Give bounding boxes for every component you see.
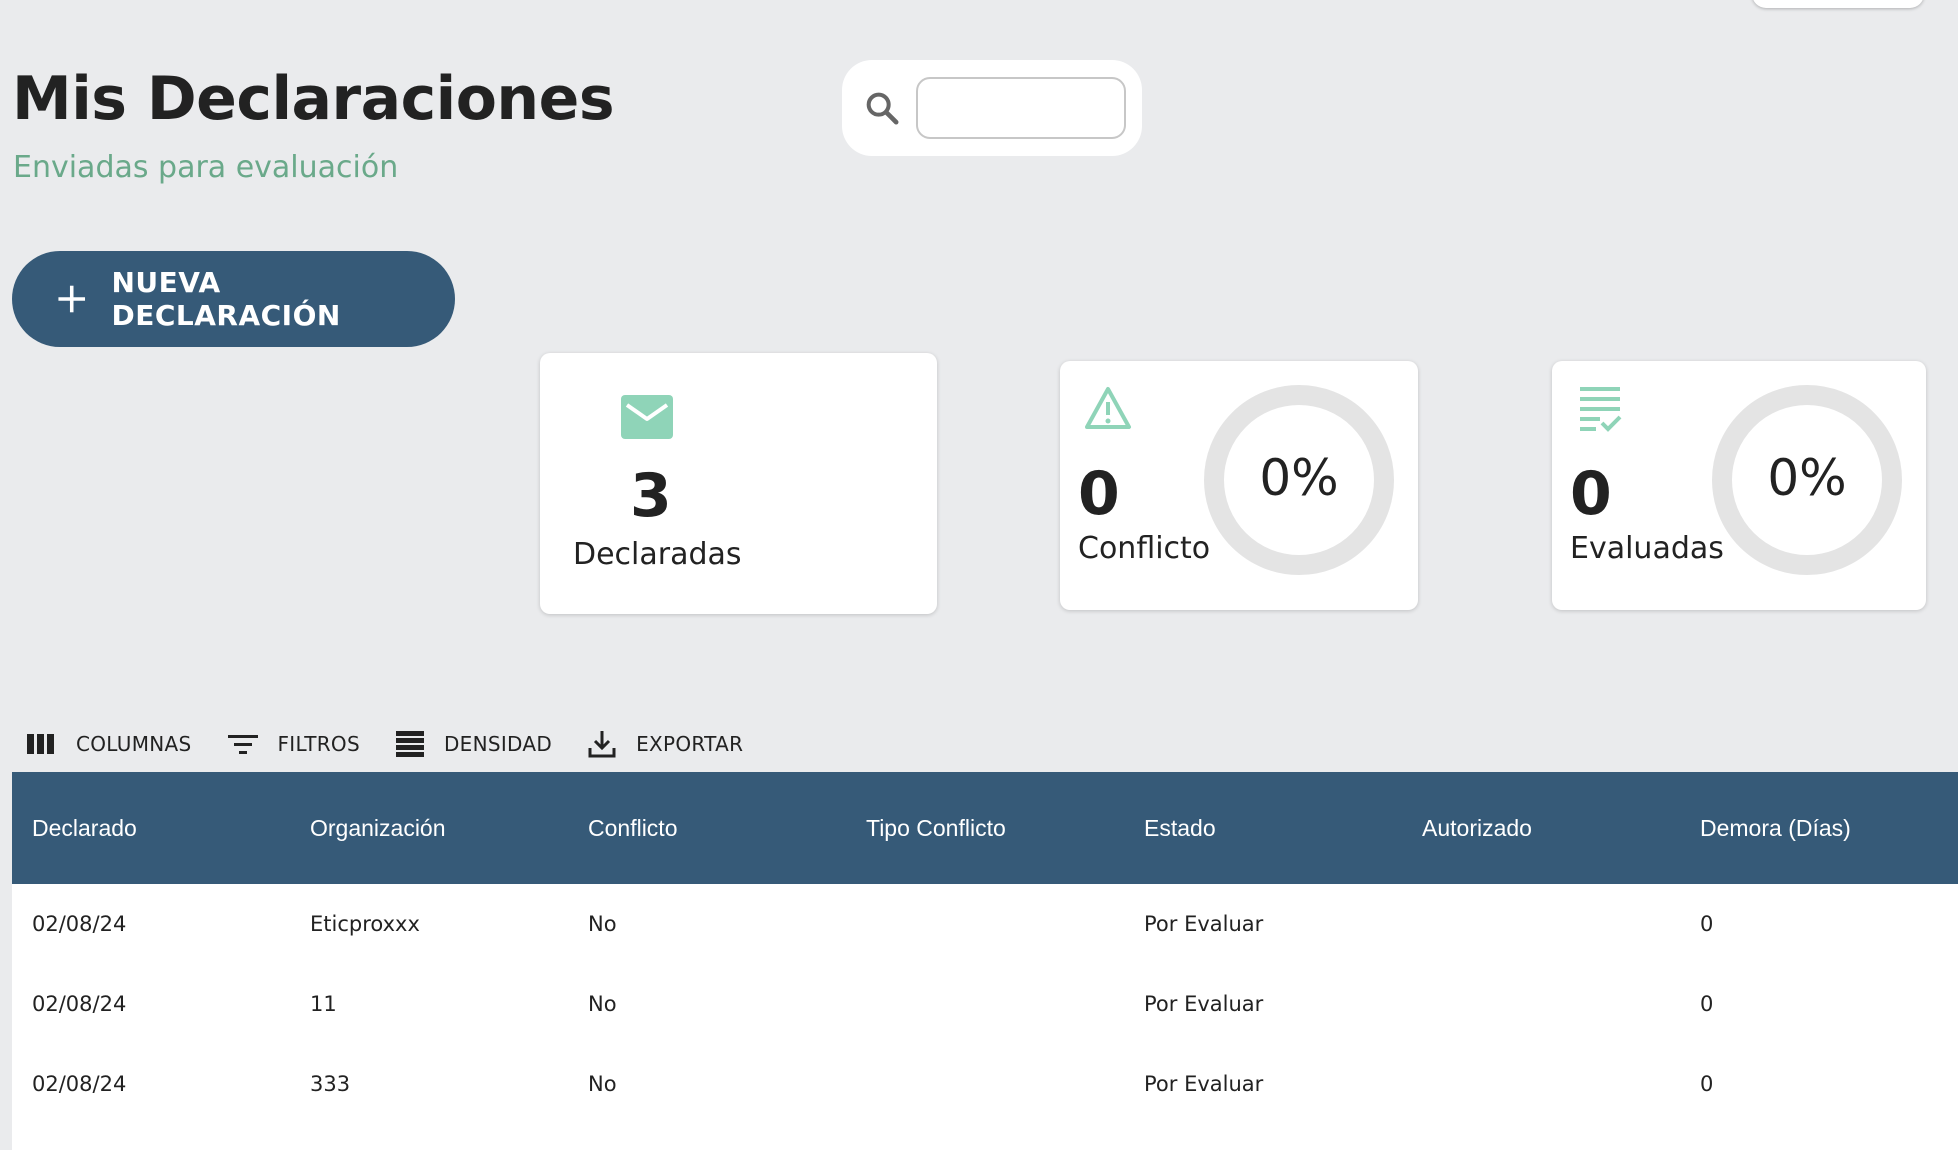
cell-estado: Por Evaluar [1144, 912, 1264, 936]
plus-icon [58, 285, 86, 313]
conflict-label: Conflicto [1078, 531, 1211, 566]
cell-estado: Por Evaluar [1144, 992, 1264, 1016]
new-declaration-label: NUEVA DECLARACIÓN [111, 266, 341, 332]
cell-organizacion: Eticproxxx [310, 912, 420, 936]
search-icon [866, 92, 899, 125]
filter-icon [227, 735, 258, 754]
cell-organizacion: 333 [310, 1072, 351, 1096]
declared-label: Declaradas [573, 537, 742, 572]
table-header: Declarado Organización Conflicto Tipo Co… [12, 772, 1958, 884]
cell-demora: 0 [1700, 1072, 1714, 1096]
stat-card-declared: 3 Declaradas [540, 353, 937, 614]
density-button[interactable]: DENSIDAD [395, 731, 553, 757]
column-header-estado[interactable]: Estado [1124, 815, 1402, 842]
cell-estado: Por Evaluar [1144, 1072, 1264, 1096]
conflict-donut: 0% [1204, 385, 1394, 575]
cell-organizacion: 11 [310, 992, 337, 1016]
stat-card-evaluated: 0 Evaluadas 0% [1552, 361, 1926, 610]
column-header-organizacion[interactable]: Organización [290, 815, 568, 842]
column-header-autorizado[interactable]: Autorizado [1402, 815, 1680, 842]
cell-declarado: 02/08/24 [32, 912, 127, 936]
warning-icon [1085, 387, 1131, 429]
table-row[interactable]: 02/08/24 333 No Por Evaluar 0 [12, 1044, 1958, 1124]
declarations-table: Declarado Organización Conflicto Tipo Co… [12, 772, 1958, 1150]
column-header-conflicto[interactable]: Conflicto [568, 815, 846, 842]
download-icon [588, 731, 616, 758]
page: Mis Declaraciones Enviadas para evaluaci… [0, 0, 1958, 1150]
columns-button[interactable]: COLUMNAS [26, 732, 192, 756]
search-box [842, 60, 1142, 156]
table-toolbar: COLUMNAS FILTROS DENSIDAD EXPORTAR [26, 724, 779, 764]
cell-conflicto: No [588, 912, 617, 936]
cell-declarado: 02/08/24 [32, 992, 127, 1016]
cell-conflicto: No [588, 992, 617, 1016]
density-label: DENSIDAD [443, 732, 553, 756]
table-row[interactable]: 02/08/24 11 No Por Evaluar 0 [12, 964, 1958, 1044]
export-label: EXPORTAR [636, 732, 744, 756]
columns-label: COLUMNAS [76, 732, 192, 756]
evaluated-count: 0 [1570, 459, 1612, 529]
stat-card-conflict: 0 Conflicto 0% [1060, 361, 1418, 610]
cell-conflicto: No [588, 1072, 617, 1096]
filters-button[interactable]: FILTROS [227, 732, 360, 756]
search-input[interactable] [916, 77, 1126, 139]
conflict-percent: 0% [1259, 449, 1339, 507]
checklist-icon [1580, 387, 1622, 432]
page-subtitle: Enviadas para evaluación [13, 150, 399, 185]
column-header-declarado[interactable]: Declarado [12, 815, 290, 842]
cell-demora: 0 [1700, 992, 1714, 1016]
conflict-count: 0 [1078, 459, 1120, 529]
evaluated-percent: 0% [1767, 449, 1847, 507]
evaluated-label: Evaluadas [1570, 531, 1724, 566]
column-header-tipo-conflicto[interactable]: Tipo Conflicto [846, 815, 1124, 842]
cell-declarado: 02/08/24 [32, 1072, 127, 1096]
columns-icon [27, 734, 54, 754]
new-declaration-button[interactable]: NUEVA DECLARACIÓN [12, 251, 455, 347]
export-button[interactable]: EXPORTAR [588, 729, 743, 759]
table-row[interactable]: 02/08/24 Eticproxxx No Por Evaluar 0 [12, 884, 1958, 964]
column-header-demora[interactable]: Demora (Días) [1680, 815, 1958, 842]
evaluated-donut: 0% [1712, 385, 1902, 575]
cell-demora: 0 [1700, 912, 1714, 936]
top-corner-panel [1752, 0, 1924, 8]
page-title: Mis Declaraciones [12, 64, 615, 134]
mail-icon [621, 395, 673, 439]
filters-label: FILTROS [277, 732, 360, 756]
density-icon [395, 731, 424, 757]
declared-count: 3 [630, 461, 672, 531]
